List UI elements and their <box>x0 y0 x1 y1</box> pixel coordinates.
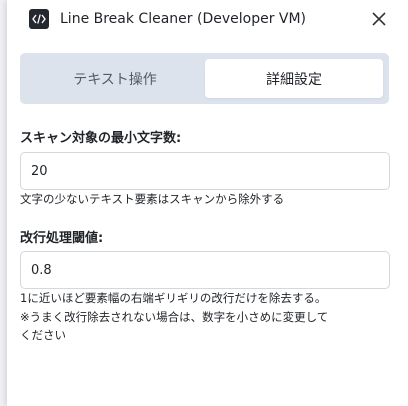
min-chars-label: スキャン対象の最小文字数: <box>20 131 182 146</box>
extension-panel: Line Break Cleaner (Developer VM) テキスト操作… <box>7 0 408 406</box>
panel-header: Line Break Cleaner (Developer VM) <box>7 0 408 38</box>
close-icon <box>372 12 386 26</box>
threshold-help-3: ください <box>20 328 66 342</box>
close-button[interactable] <box>369 9 389 29</box>
tab-bar: テキスト操作 詳細設定 <box>20 53 389 104</box>
code-icon <box>29 9 49 29</box>
tab-advanced-settings[interactable]: 詳細設定 <box>205 59 383 98</box>
min-chars-input[interactable] <box>20 152 390 190</box>
threshold-help-1: 1に近いほど要素幅の右端ギリギリの改行だけを除去する。 <box>20 291 327 305</box>
threshold-help-2: ※うまく改行除去されない場合は、数字を小さめに変更して <box>20 310 329 324</box>
tab-text-operations[interactable]: テキスト操作 <box>26 59 204 98</box>
app-title: Line Break Cleaner (Developer VM) <box>60 11 307 27</box>
threshold-input[interactable] <box>20 251 390 289</box>
min-chars-help: 文字の少ないテキスト要素はスキャンから除外する <box>20 192 285 206</box>
threshold-label: 改行処理閾値: <box>20 231 104 246</box>
